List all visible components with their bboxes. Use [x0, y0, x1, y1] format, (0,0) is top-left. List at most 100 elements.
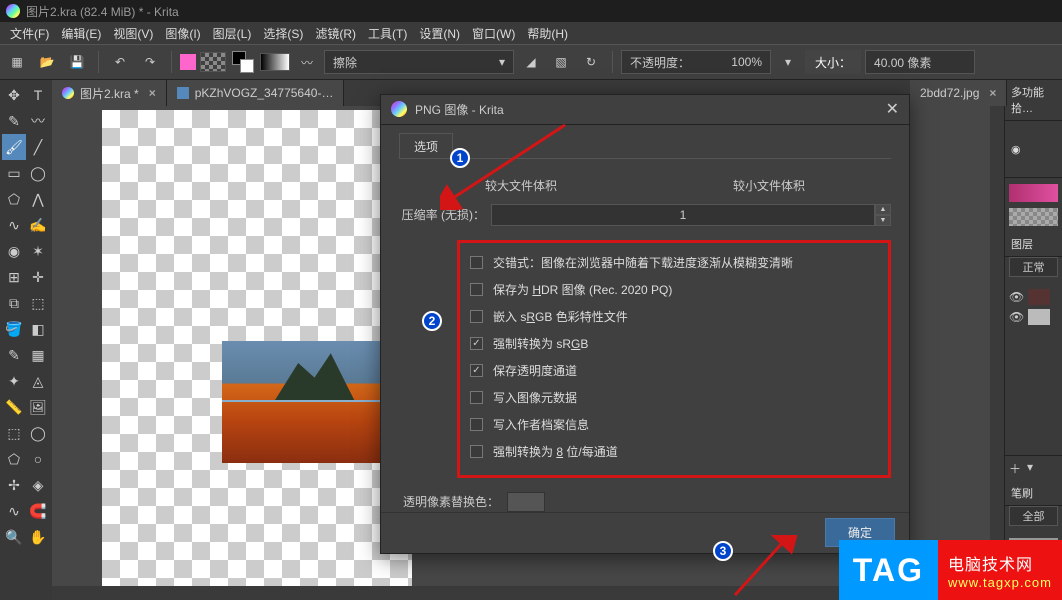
zoom-tool-icon[interactable]: 🔍: [2, 524, 26, 550]
rect-tool-icon[interactable]: ▭: [2, 160, 26, 186]
redo-icon[interactable]: ↷: [137, 49, 163, 75]
dock-tab-multi[interactable]: 多功能拾…: [1005, 80, 1062, 121]
menu-window[interactable]: 窗口(W): [466, 23, 521, 44]
spin-up-icon[interactable]: ▲: [875, 204, 891, 215]
layer-row[interactable]: 👁: [1009, 307, 1058, 327]
select-contig-icon[interactable]: ✢: [2, 472, 26, 498]
layer-row[interactable]: 👁: [1009, 287, 1058, 307]
checkbox[interactable]: [470, 418, 483, 431]
fg-color-swatch[interactable]: [180, 54, 196, 70]
checkbox[interactable]: [470, 256, 483, 269]
dock-tab-icon[interactable]: ◉ 多功能拾…: [1005, 121, 1062, 178]
compression-spinner[interactable]: ▲ ▼: [875, 204, 891, 226]
menu-filter[interactable]: 滤镜(R): [309, 23, 362, 44]
close-icon[interactable]: ×: [989, 86, 996, 100]
move-layer-icon[interactable]: ✛: [26, 264, 50, 290]
eraser-icon[interactable]: ◢: [518, 49, 544, 75]
option-force-srgb[interactable]: 强制转换为 sRGB: [470, 330, 878, 357]
menu-tools[interactable]: 工具(T): [362, 23, 413, 44]
checkbox[interactable]: [470, 391, 483, 404]
gradient-swatch[interactable]: [260, 53, 290, 71]
select-bezier-icon[interactable]: ∿: [2, 498, 26, 524]
pan-tool-icon[interactable]: ✋: [26, 524, 50, 550]
opacity-slider[interactable]: 不透明度： 100%: [621, 50, 771, 74]
select-similar-icon[interactable]: ◈: [26, 472, 50, 498]
checkbox[interactable]: [470, 337, 483, 350]
dock-tab-layers[interactable]: 图层: [1005, 232, 1062, 257]
option-embed-srgb[interactable]: 嵌入 sRGB 色彩特性文件: [470, 303, 878, 330]
pattern-tool-icon[interactable]: ▦: [26, 342, 50, 368]
menu-edit[interactable]: 编辑(E): [55, 23, 107, 44]
alpha-color-swatch[interactable]: [507, 492, 545, 512]
assist-tool-icon[interactable]: ◬: [26, 368, 50, 394]
menu-select[interactable]: 选择(S): [257, 23, 309, 44]
multi-tool-icon[interactable]: ✶: [26, 238, 50, 264]
measure-tool-icon[interactable]: 📏: [2, 394, 26, 420]
brush-preset-icon[interactable]: 〰: [294, 49, 320, 75]
doc-tab-3[interactable]: 2bdd72.jpg ×: [910, 80, 1007, 106]
line-tool-icon[interactable]: ╱: [26, 134, 50, 160]
checkbox[interactable]: [470, 283, 483, 296]
checkbox[interactable]: [470, 364, 483, 377]
menu-help[interactable]: 帮助(H): [521, 23, 574, 44]
option-author[interactable]: 写入作者档案信息: [470, 411, 878, 438]
polygon-tool-icon[interactable]: ⬠: [2, 186, 26, 212]
eye-icon[interactable]: 👁: [1009, 290, 1024, 304]
layer-down-icon[interactable]: ▾: [1027, 460, 1033, 477]
undo-icon[interactable]: ↶: [107, 49, 133, 75]
polyline-tool-icon[interactable]: ⋀: [26, 186, 50, 212]
bezier-tool-icon[interactable]: ∿: [2, 212, 26, 238]
text-tool-icon[interactable]: T: [26, 82, 50, 108]
option-hdr[interactable]: 保存为 HDR 图像 (Rec. 2020 PQ): [470, 276, 878, 303]
open-file-icon[interactable]: 📂: [34, 49, 60, 75]
select-poly-icon[interactable]: ⬠: [2, 446, 26, 472]
close-icon[interactable]: ✕: [886, 99, 899, 119]
crop2-tool-icon[interactable]: ⬚: [26, 290, 50, 316]
new-file-icon[interactable]: ▦: [4, 49, 30, 75]
option-force-8bit[interactable]: 强制转换为 8 位/每通道: [470, 438, 878, 465]
select-ellipse-icon[interactable]: ◯: [26, 420, 50, 446]
alpha-lock-icon[interactable]: ▧: [548, 49, 574, 75]
size-value-field[interactable]: 40.00 像素: [865, 50, 975, 74]
crop-tool-icon[interactable]: ⧉: [2, 290, 26, 316]
transform-tool-icon[interactable]: ⊞: [2, 264, 26, 290]
option-interlaced[interactable]: 交错式：图像在浏览器中随着下载进度逐渐从模糊变清晰: [470, 249, 878, 276]
menu-view[interactable]: 视图(V): [107, 23, 159, 44]
vertical-scrollbar[interactable]: [990, 106, 1004, 586]
dock-tab-brush[interactable]: 笔刷: [1005, 481, 1062, 506]
select-rect-icon[interactable]: ⬚: [2, 420, 26, 446]
gradient-tool-icon[interactable]: ◧: [26, 316, 50, 342]
color-gradient[interactable]: [1009, 184, 1058, 202]
checkbox[interactable]: [470, 310, 483, 323]
calligraphy-icon[interactable]: 〰: [26, 108, 50, 134]
option-metadata[interactable]: 写入图像元数据: [470, 384, 878, 411]
dyna-tool-icon[interactable]: ◉: [2, 238, 26, 264]
fg-bg-swatch[interactable]: [230, 49, 256, 75]
menu-file[interactable]: 文件(F): [4, 23, 55, 44]
fill-tool-icon[interactable]: 🪣: [2, 316, 26, 342]
layer-blend-combo[interactable]: 正常: [1009, 257, 1058, 277]
option-save-alpha[interactable]: 保存透明度通道: [470, 357, 878, 384]
add-layer-icon[interactable]: ＋: [1009, 460, 1021, 477]
menu-settings[interactable]: 设置(N): [413, 23, 466, 44]
freehand-tool-icon[interactable]: ✍: [26, 212, 50, 238]
save-icon[interactable]: 💾: [64, 49, 90, 75]
menu-layer[interactable]: 图层(L): [207, 23, 258, 44]
checkbox[interactable]: [470, 445, 483, 458]
picker-tool-icon[interactable]: ✎: [2, 342, 26, 368]
brush-tool-icon[interactable]: 🖌: [2, 134, 26, 160]
select-magnet-icon[interactable]: 🧲: [26, 498, 50, 524]
close-icon[interactable]: ×: [149, 86, 156, 100]
doc-tab-2[interactable]: pKZhVOGZ_34775640-…: [167, 80, 345, 106]
spin-down-icon[interactable]: ▼: [875, 215, 891, 226]
edit-shapes-icon[interactable]: ✎: [2, 108, 26, 134]
select-free-icon[interactable]: ○: [26, 446, 50, 472]
brush-filter-combo[interactable]: 全部: [1009, 506, 1058, 526]
move-tool-icon[interactable]: ✥: [2, 82, 26, 108]
smartfill-tool-icon[interactable]: ✦: [2, 368, 26, 394]
menu-image[interactable]: 图像(I): [159, 23, 206, 44]
ref-tool-icon[interactable]: 🖼: [26, 394, 50, 420]
eye-icon[interactable]: 👁: [1009, 310, 1024, 324]
ellipse-tool-icon[interactable]: ◯: [26, 160, 50, 186]
doc-tab-1[interactable]: 图片2.kra * ×: [52, 80, 167, 106]
